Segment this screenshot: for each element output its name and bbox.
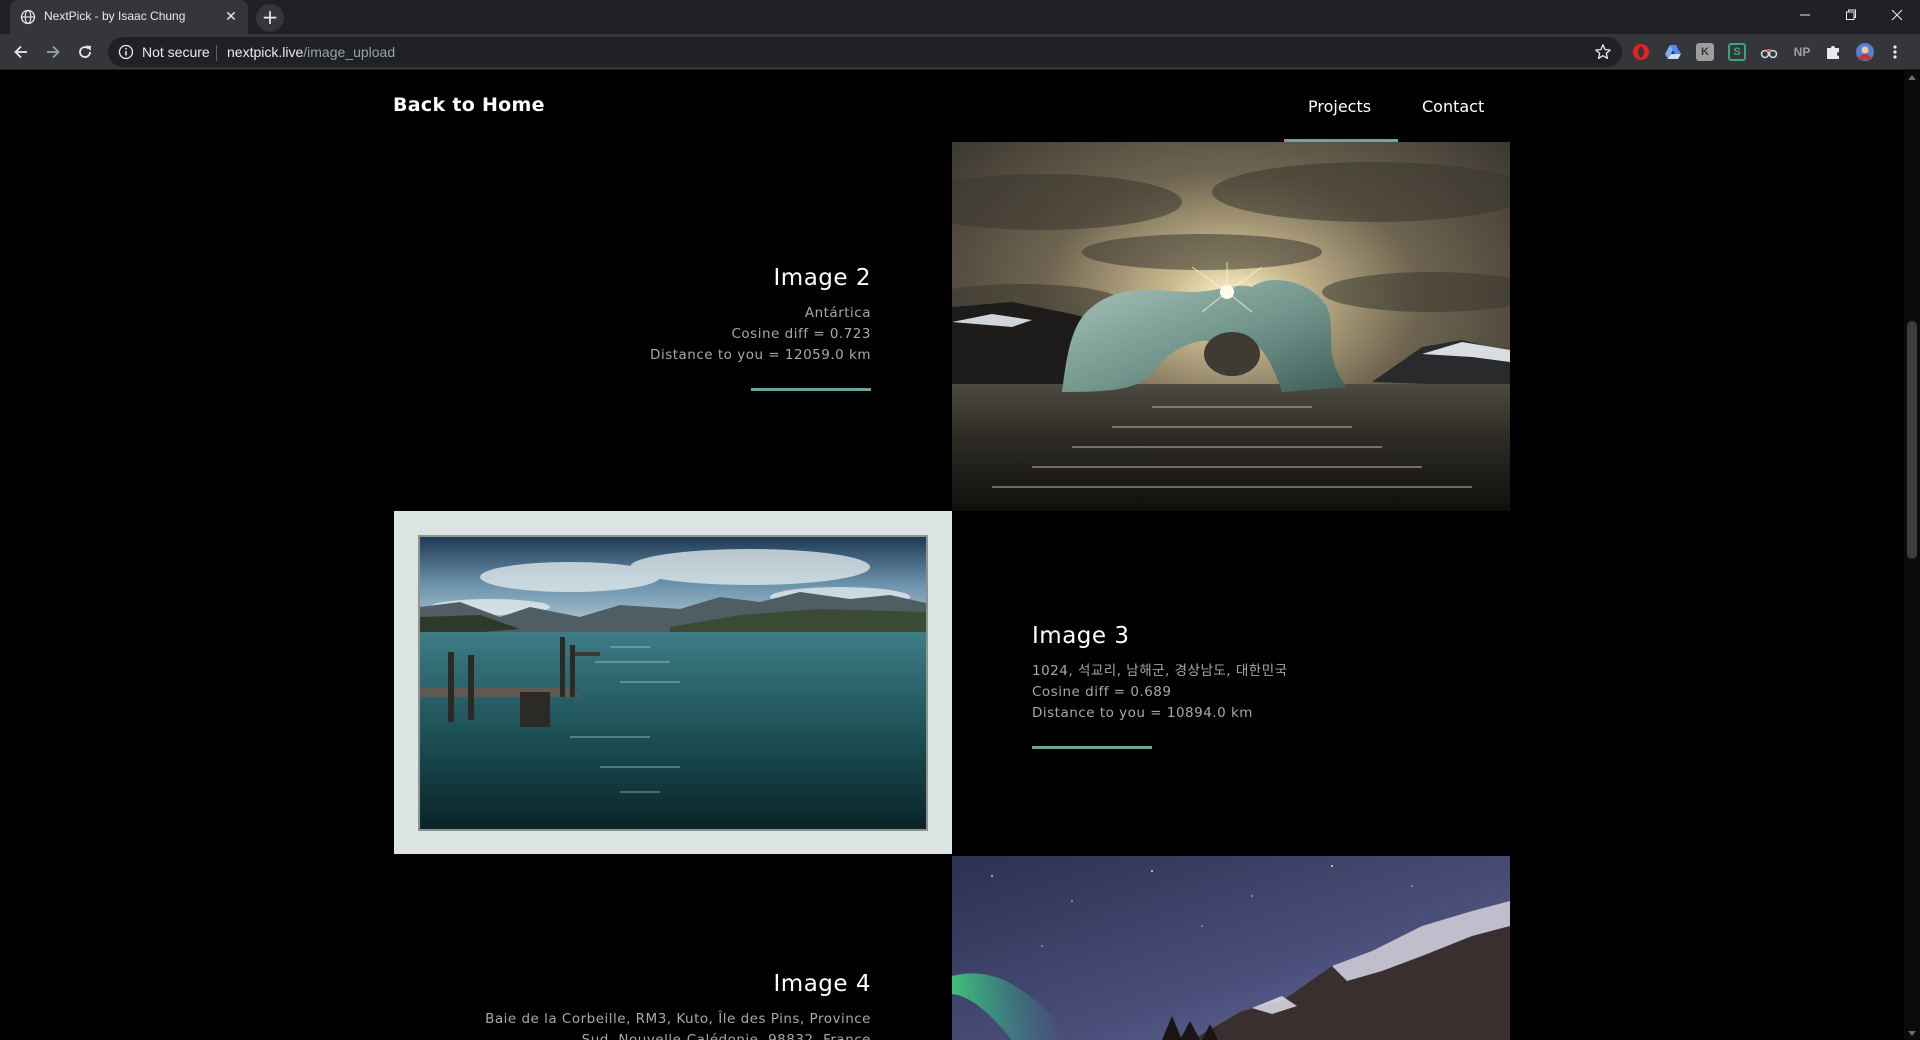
address-bar[interactable]: Not secure nextpick.live/image_upload xyxy=(108,37,1622,67)
result-accent-bar xyxy=(751,388,871,391)
result-cosine: Cosine diff = 0.723 xyxy=(731,326,871,342)
result-title: Image 3 xyxy=(1032,623,1130,649)
result-accent-bar xyxy=(1032,746,1152,749)
security-label[interactable]: Not secure xyxy=(142,44,210,60)
close-tab-icon[interactable]: ✕ xyxy=(222,8,240,26)
new-tab-button[interactable]: + xyxy=(256,4,284,32)
scroll-thumb[interactable] xyxy=(1907,321,1917,559)
s-extension-icon[interactable]: S xyxy=(1728,43,1746,61)
result-distance: Distance to you = 12059.0 km xyxy=(650,347,871,363)
scroll-up-arrow-icon[interactable] xyxy=(1908,75,1916,80)
drive-extension-icon[interactable] xyxy=(1664,43,1682,61)
url-path: /image_upload xyxy=(303,44,396,60)
result-distance: Distance to you = 10894.0 km xyxy=(1032,705,1253,721)
browser-tab[interactable]: NextPick - by Isaac Chung ✕ xyxy=(10,0,248,34)
result-title: Image 4 xyxy=(773,971,871,997)
reload-icon[interactable] xyxy=(72,39,98,65)
back-to-home-link[interactable]: Back to Home xyxy=(393,94,545,116)
tab-strip: NextPick - by Isaac Chung ✕ + xyxy=(0,0,1920,34)
nav-contact-link[interactable]: Contact xyxy=(1422,97,1484,116)
browser-toolbar: Not secure nextpick.live/image_upload K … xyxy=(0,34,1920,70)
opera-extension-icon[interactable] xyxy=(1632,43,1650,61)
photo-frame-lake-pier[interactable] xyxy=(394,511,952,854)
k-extension-icon[interactable]: K xyxy=(1696,43,1714,61)
photo-lake-pier xyxy=(418,535,928,831)
kebab-menu-icon[interactable] xyxy=(1888,43,1902,61)
avatar[interactable] xyxy=(1856,43,1874,61)
np-extension-icon[interactable]: NP xyxy=(1790,43,1814,61)
info-icon[interactable] xyxy=(118,44,134,60)
url-host: nextpick.live xyxy=(227,44,304,60)
restore-icon[interactable] xyxy=(1828,0,1874,30)
globe-icon xyxy=(20,9,36,25)
page-content: Back to Home Projects Contact Image 2 An… xyxy=(0,71,1904,1040)
minimize-icon[interactable] xyxy=(1782,0,1828,30)
tab-title: NextPick - by Isaac Chung xyxy=(44,9,186,23)
photo-iceberg-arch[interactable] xyxy=(952,142,1510,511)
result-location: 1024, 석교리, 남해군, 경상남도, 대한민국 xyxy=(1032,663,1288,679)
forward-arrow-icon[interactable] xyxy=(40,39,66,65)
binoculars-extension-icon[interactable] xyxy=(1760,43,1778,61)
page-scrollbar[interactable] xyxy=(1904,71,1920,1040)
url-text[interactable]: nextpick.live/image_upload xyxy=(227,44,395,60)
result-caption-image-4: Image 4 Baie de la Corbeille, RM3, Kuto,… xyxy=(400,971,871,1040)
address-divider xyxy=(216,45,217,61)
back-arrow-icon[interactable] xyxy=(8,39,34,65)
close-window-icon[interactable] xyxy=(1874,0,1920,30)
result-cosine: Cosine diff = 0.689 xyxy=(1032,684,1172,700)
nav-projects-link[interactable]: Projects xyxy=(1308,97,1371,116)
scroll-down-arrow-icon[interactable] xyxy=(1908,1031,1916,1036)
result-title: Image 2 xyxy=(773,265,871,291)
result-location: Baie de la Corbeille, RM3, Kuto, Île des… xyxy=(485,1011,871,1027)
result-caption-image-3: Image 3 1024, 석교리, 남해군, 경상남도, 대한민국 Cosin… xyxy=(1032,623,1492,749)
result-location: Sud, Nouvelle-Calédonie, 98832, France xyxy=(581,1032,871,1040)
bookmark-star-icon[interactable] xyxy=(1594,43,1612,61)
puzzle-extensions-icon[interactable] xyxy=(1824,43,1842,61)
result-location: Antártica xyxy=(804,305,871,321)
photo-aurora-mountains[interactable] xyxy=(952,856,1510,1040)
result-caption-image-2: Image 2 Antártica Cosine diff = 0.723 Di… xyxy=(420,265,871,391)
